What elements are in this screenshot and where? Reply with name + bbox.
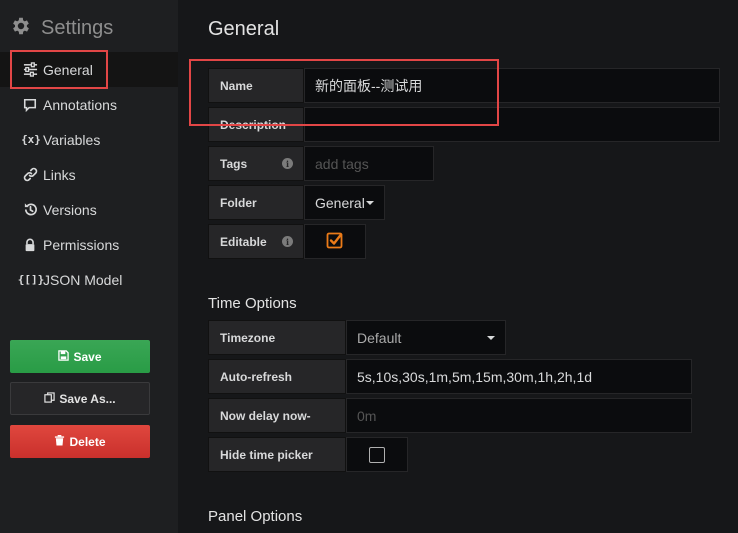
sliders-icon (22, 62, 38, 78)
sidebar-item-json-model[interactable]: {[]} JSON Model (0, 262, 178, 297)
sidebar-item-links[interactable]: Links (0, 157, 178, 192)
timezone-row: Timezone Default (208, 320, 506, 355)
name-label: Name (208, 68, 304, 103)
auto-refresh-row: Auto-refresh 5s,10s,30s,1m,5m,15m,30m,1h… (208, 359, 692, 394)
checkbox-unchecked-icon (369, 446, 385, 463)
hide-time-picker-row: Hide time picker (208, 437, 408, 472)
json-icon: {[]} (17, 273, 45, 286)
sidebar-item-label: Versions (43, 201, 97, 218)
sidebar-title: Settings (41, 16, 114, 39)
delete-button-label: Delete (69, 434, 106, 449)
settings-main: General Name 新的面板--测试用 Description Tags … (178, 0, 738, 533)
auto-refresh-label: Auto-refresh (208, 359, 346, 394)
folder-select[interactable]: General (304, 185, 385, 220)
link-icon (22, 167, 38, 183)
auto-refresh-input[interactable]: 5s,10s,30s,1m,5m,15m,30m,1h,2h,1d (346, 359, 692, 394)
sidebar-item-variables[interactable]: {x} Variables (0, 122, 178, 157)
info-icon[interactable]: i (282, 158, 293, 169)
timezone-select-value: Default (357, 329, 402, 346)
folder-row: Folder General (208, 185, 385, 220)
sidebar-item-annotations[interactable]: Annotations (0, 87, 178, 122)
sidebar-item-versions[interactable]: Versions (0, 192, 178, 227)
name-row: Name 新的面板--测试用 (208, 68, 720, 103)
sidebar-item-label: Links (43, 166, 76, 183)
lock-icon (22, 237, 38, 253)
description-input[interactable] (304, 107, 720, 142)
delete-button[interactable]: Delete (10, 425, 150, 458)
time-options-title: Time Options (208, 295, 297, 312)
caret-down-icon (366, 200, 374, 205)
sidebar-item-permissions[interactable]: Permissions (0, 227, 178, 262)
save-button-label: Save (73, 349, 102, 364)
checkbox-checked-icon (326, 231, 344, 252)
description-label: Description (208, 107, 304, 142)
save-icon (58, 349, 73, 364)
editable-row: Editable i (208, 224, 366, 259)
sidebar-header: Settings (10, 14, 113, 42)
save-as-button[interactable]: Save As... (10, 382, 150, 415)
timezone-label: Timezone (208, 320, 346, 355)
editable-label: Editable i (208, 224, 304, 259)
comment-icon (22, 97, 38, 113)
gear-icon (10, 15, 32, 42)
name-input[interactable]: 新的面板--测试用 (304, 68, 720, 103)
tags-label: Tags i (208, 146, 304, 181)
sidebar-item-label: Variables (43, 131, 101, 148)
folder-select-value: General (315, 194, 365, 211)
tags-input[interactable]: add tags (304, 146, 434, 181)
sidebar-item-label: General (43, 61, 93, 78)
hide-time-picker-label: Hide time picker (208, 437, 346, 472)
sidebar-item-general[interactable]: General (0, 52, 178, 87)
sidebar-item-label: JSON Model (43, 271, 123, 288)
info-icon[interactable]: i (282, 236, 293, 247)
folder-label: Folder (208, 185, 304, 220)
hide-time-picker-checkbox[interactable] (346, 437, 408, 472)
trash-icon (54, 434, 69, 449)
save-as-button-label: Save As... (59, 391, 116, 406)
history-icon (22, 202, 38, 218)
description-row: Description (208, 107, 720, 142)
editable-label-text: Editable (220, 234, 267, 249)
save-button[interactable]: Save (10, 340, 150, 373)
tags-row: Tags i add tags (208, 146, 434, 181)
now-delay-row: Now delay now- 0m (208, 398, 692, 433)
now-delay-input[interactable]: 0m (346, 398, 692, 433)
now-delay-label: Now delay now- (208, 398, 346, 433)
page-title: General (208, 18, 280, 40)
copy-icon (44, 391, 59, 406)
sidebar-item-label: Permissions (43, 236, 120, 253)
editable-checkbox[interactable] (304, 224, 366, 259)
timezone-select[interactable]: Default (346, 320, 506, 355)
caret-down-icon (487, 335, 495, 340)
panel-options-title: Panel Options (208, 508, 303, 525)
settings-nav: General Annotations {x} Variables Links … (0, 52, 178, 297)
settings-sidebar: Settings General Annotations {x} Variabl… (0, 0, 178, 533)
tags-label-text: Tags (220, 156, 248, 171)
variables-icon: {x} (21, 133, 41, 146)
sidebar-item-label: Annotations (43, 96, 117, 113)
